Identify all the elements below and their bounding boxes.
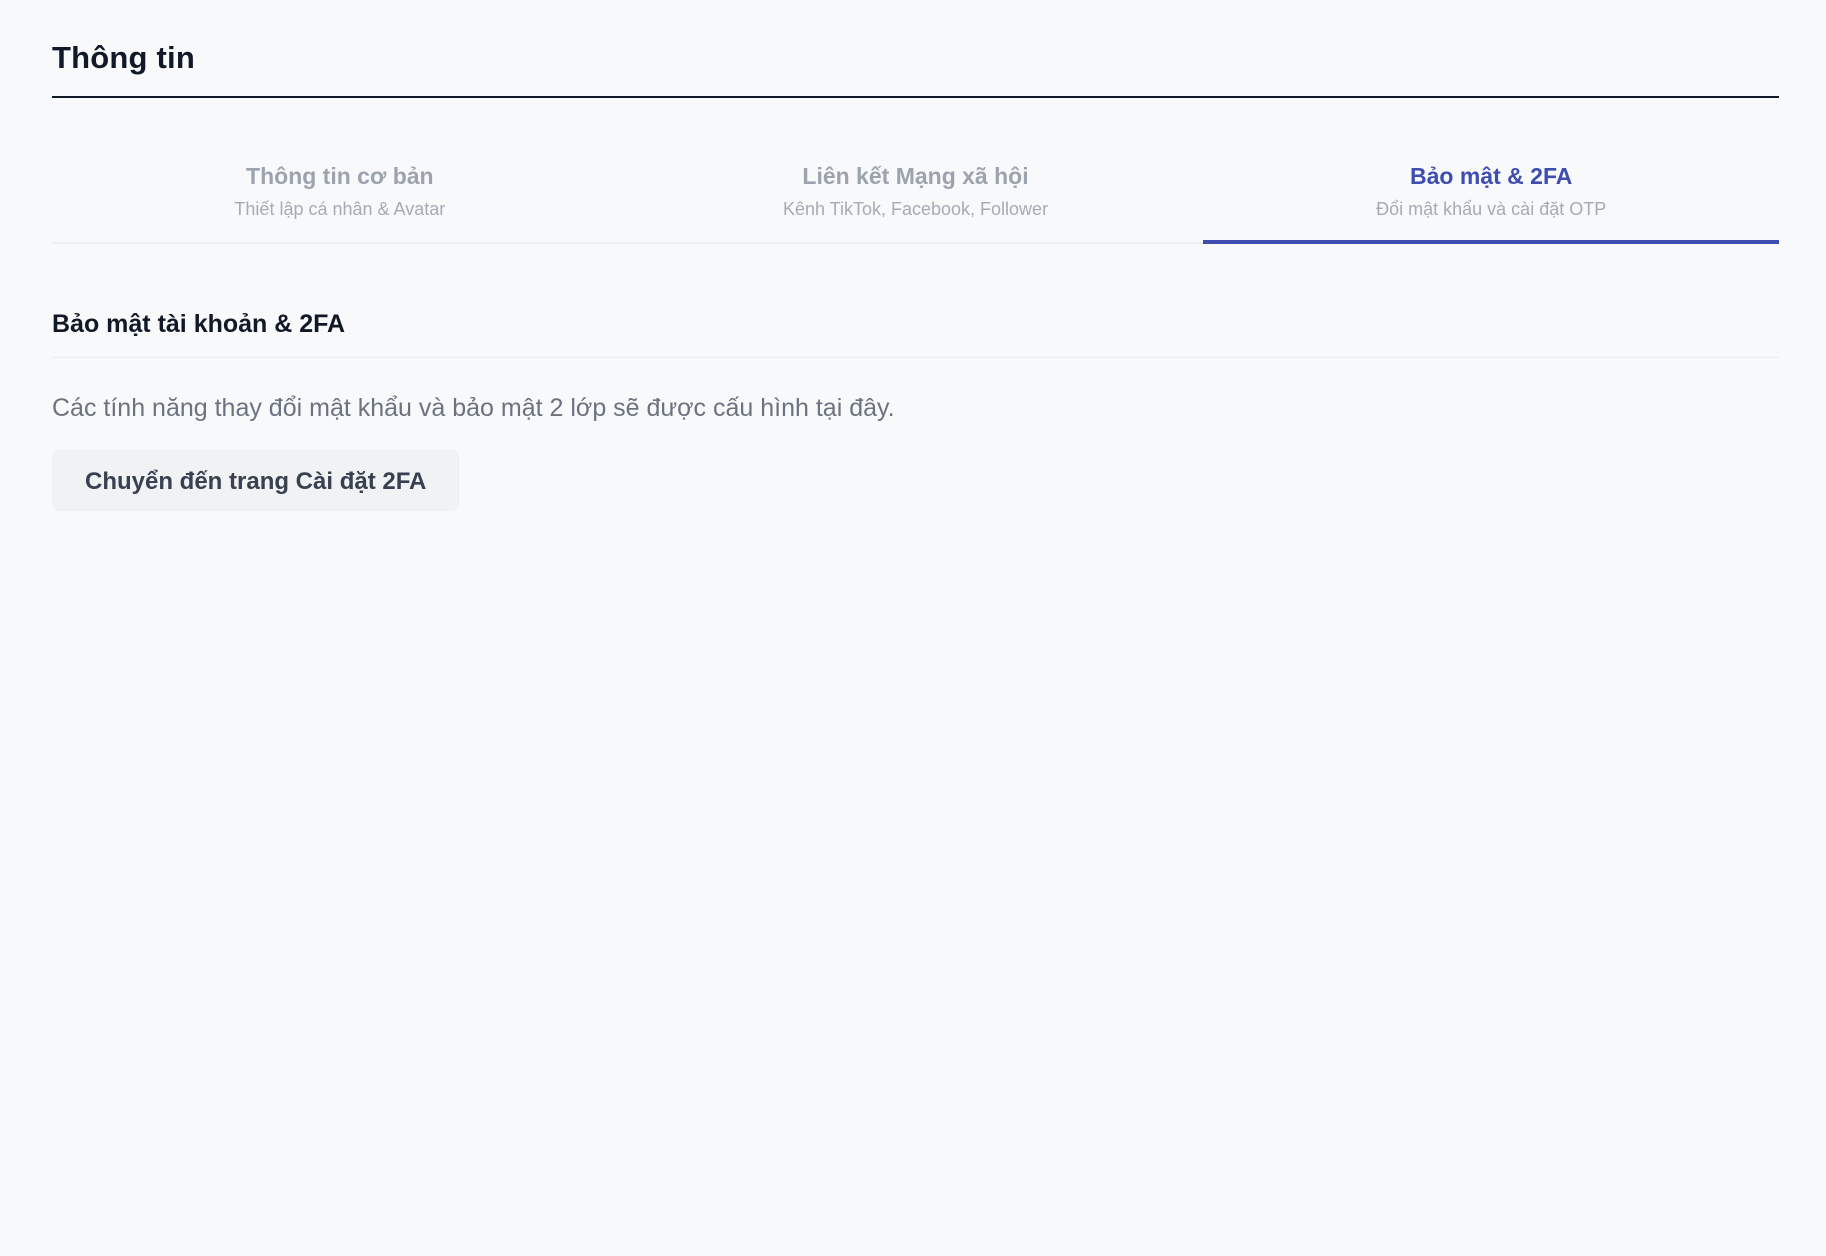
tab-social-links[interactable]: Liên kết Mạng xã hội Kênh TikTok, Facebo…: [628, 148, 1204, 242]
tab-subtitle: Kênh TikTok, Facebook, Follower: [782, 199, 1049, 219]
tab-label: Liên kết Mạng xã hội: [802, 163, 1029, 189]
settings-page: Thông tin Thông tin cơ bản Thiết lập cá …: [0, 0, 1826, 1256]
go-to-2fa-settings-button[interactable]: Chuyển đến trang Cài đặt 2FA: [52, 450, 460, 511]
tab-bar: Thông tin cơ bản Thiết lập cá nhân & Ava…: [52, 148, 1779, 244]
tab-basic-info[interactable]: Thông tin cơ bản Thiết lập cá nhân & Ava…: [52, 148, 628, 242]
tab-security-2fa[interactable]: Bảo mật & 2FA Đổi mật khẩu và cài đặt OT…: [1203, 148, 1779, 244]
tab-subtitle: Đổi mật khẩu và cài đặt OTP: [1376, 199, 1607, 219]
page-header: Thông tin: [52, 0, 1779, 98]
security-section: Bảo mật tài khoản & 2FA Các tính năng th…: [52, 309, 1779, 511]
section-description: Các tính năng thay đổi mật khẩu và bảo m…: [52, 394, 895, 422]
tab-subtitle: Thiết lập cá nhân & Avatar: [234, 199, 446, 219]
tab-label: Bảo mật & 2FA: [1410, 163, 1573, 189]
section-title: Bảo mật tài khoản & 2FA: [52, 309, 1779, 358]
page-title: Thông tin: [52, 40, 195, 75]
tab-label: Thông tin cơ bản: [246, 163, 434, 189]
